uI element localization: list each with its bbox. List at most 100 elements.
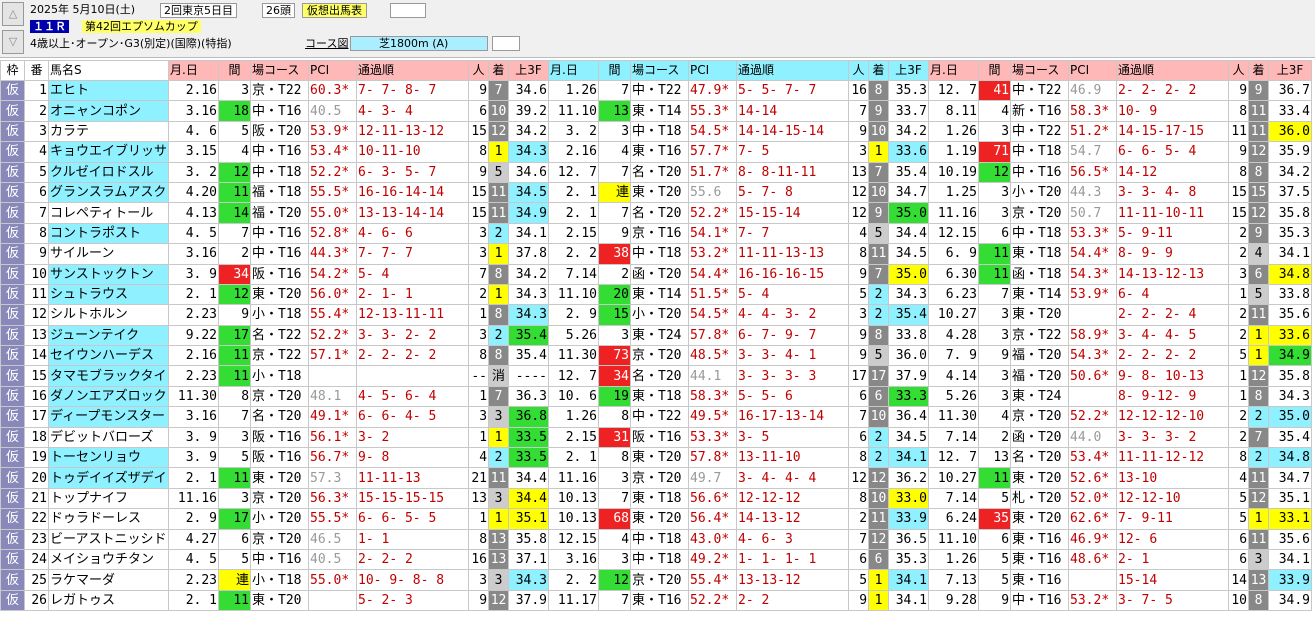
col-header-ban[interactable]: 番 (24, 60, 49, 81)
next-race-button[interactable]: ▽ (2, 30, 24, 54)
col-header-passing-r2[interactable]: 通過順 (736, 60, 850, 81)
horse-name[interactable]: シルトホルン (47, 304, 170, 326)
race-finish: 3 (488, 487, 510, 510)
col-header-passing-r1[interactable]: 通過順 (356, 60, 470, 81)
horse-row[interactable]: 仮 22 ドゥラドーレス 2. 9 17 小・T20 55.5* 6- 6- 5- 5 1 1 35… (0, 508, 1313, 530)
horse-row[interactable]: 仮 8 コントラポスト 4. 5 7 中・T16 52.8* 4- 6- 6 3 2 34.1 2.1… (0, 222, 1313, 245)
race-interval: 4 (978, 406, 1012, 428)
waku-cell: 仮 (0, 569, 25, 591)
horse-row[interactable]: 仮 19 トーセンリョウ 3. 9 5 阪・T16 56.7* 9- 8 4 2 33.5 2. 18… (0, 447, 1313, 469)
race-popularity: 15 (468, 202, 490, 224)
horse-row[interactable]: 仮 3 カラテ 4. 6 5 阪・T20 53.9* 12-11-13-12 15 12 34.2 3… (0, 120, 1313, 143)
horse-name[interactable]: ジューンテイク (47, 324, 170, 347)
horse-name[interactable]: カラテ (47, 120, 170, 143)
col-header-last3f-r1[interactable]: 上3F (508, 60, 550, 81)
horse-name[interactable]: デビットバローズ (47, 426, 170, 449)
horse-name[interactable]: エヒト (47, 79, 170, 102)
col-header-pci-r1[interactable]: PCI (308, 60, 358, 81)
horse-row[interactable]: 仮 21 トップナイフ 11.16 3 京・T20 56.3* 15-15-15-15 13 3 3… (0, 487, 1313, 510)
col-header-pci-r3[interactable]: PCI (1068, 60, 1118, 81)
horse-row[interactable]: 仮 9 サイルーン 3.16 2 中・T16 44.3* 7- 7- 7 3 1 37.8 2. 23… (0, 243, 1313, 265)
race-pci: 57.8* (688, 447, 738, 469)
horse-name[interactable]: セイウンハーデス (47, 345, 170, 367)
horse-name[interactable]: メイショウチタン (47, 548, 170, 571)
col-header-finish-r2[interactable]: 着 (868, 60, 890, 81)
col-header-last3f-r2[interactable]: 上3F (888, 60, 930, 81)
race-last3f: 34.1 (888, 589, 930, 612)
horse-row[interactable]: 仮 5 クルゼイロドスル 3. 2 12 中・T18 52.2* 6- 3- 5- 7 9 5 34… (0, 161, 1313, 183)
col-header-interval-r2[interactable]: 間 (598, 60, 632, 81)
col-header-waku[interactable]: 枠 (0, 60, 25, 81)
horse-row[interactable]: 仮 12 シルトホルン 2.23 9 小・T18 55.4* 12-13-11-11 1 8 34.… (0, 304, 1313, 326)
col-header-course-r3[interactable]: 場コース (1010, 60, 1070, 81)
col-header-date-r2[interactable]: 月.日 (548, 60, 600, 81)
horse-row[interactable]: 仮 26 レガトゥス 2. 1 11 東・T20 5- 2- 3 9 12 37.9 11.17 7 東… (0, 589, 1313, 612)
race-popularity: 8 (1228, 100, 1250, 122)
horse-row[interactable]: 仮 10 サンストックトン 3. 9 34 阪・T16 54.2* 5- 4 7 8 34.2 7.1… (0, 263, 1313, 285)
race-pci: 53.2* (1068, 589, 1118, 612)
horse-name[interactable]: ドゥラドーレス (47, 508, 170, 530)
col-header-course-r2[interactable]: 場コース (630, 60, 690, 81)
prev-race-button[interactable]: △ (2, 2, 24, 26)
horse-row[interactable]: 仮 18 デビットバローズ 3. 9 3 阪・T16 56.1* 3- 2 1 1 33.5 2.15… (0, 426, 1313, 449)
horse-name[interactable]: コントラポスト (47, 222, 170, 245)
col-header-pop-r1[interactable]: 人 (468, 60, 490, 81)
horse-name[interactable]: ダノンエアズロック (47, 385, 170, 408)
race-last3f: 35.6 (1268, 528, 1313, 550)
horse-row[interactable]: 仮 17 ディープモンスター 3.16 7 名・T20 49.1* 6- 6- 4- 5333… (0, 406, 1313, 428)
horse-name[interactable]: キョウエイブリッサ (47, 141, 170, 163)
col-header-course-r1[interactable]: 場コース (250, 60, 310, 81)
col-header-name[interactable]: 馬名S (47, 60, 170, 81)
col-header-date-r1[interactable]: 月.日 (168, 60, 220, 81)
race-passing-order: 4- 5- 6- 4 (356, 385, 470, 408)
horse-name[interactable]: コレペティトール (47, 202, 170, 224)
col-header-finish-r1[interactable]: 着 (488, 60, 510, 81)
horse-row[interactable]: 仮 2 オニャンコポン 3.16 18 中・T16 40.5 4- 3- 4 6 10 39.2 11… (0, 100, 1313, 122)
horse-row[interactable]: 仮 14 セイウンハーデス 2.16 11 京・T22 57.1* 2- 2- 2- 2883… (0, 345, 1313, 367)
horse-name[interactable]: シュトラウス (47, 283, 170, 306)
race-passing-order: 4- 3- 4 (356, 100, 470, 122)
horse-name[interactable]: オニャンコポン (47, 100, 170, 122)
horse-row[interactable]: 仮 25 ラケマーダ 2.23 連小・T18 55.0* 10- 9- 8- 8 3 3 34.3… (0, 569, 1313, 591)
col-header-date-r3[interactable]: 月.日 (928, 60, 980, 81)
horse-name[interactable]: トーセンリョウ (47, 447, 170, 469)
horse-name[interactable]: クルゼイロドスル (47, 161, 170, 183)
horse-row[interactable]: 仮 1 エヒト 2.16 3 京・T22 60.3* 7- 7- 8- 7 9 7 34.6 1.26… (0, 79, 1313, 102)
horse-row[interactable]: 仮 4 キョウエイブリッサ 3.15 4 中・T16 53.4* 10-11-10 8 1 34.3… (0, 141, 1313, 163)
col-header-pci-r2[interactable]: PCI (688, 60, 738, 81)
horse-row[interactable]: 仮 11 シュトラウス 2. 1 12 東・T20 56.0* 2- 1- 1 2 1 34.3 11… (0, 283, 1313, 306)
col-header-last3f-r3[interactable]: 上3F (1268, 60, 1313, 81)
horse-row[interactable]: 仮 7 コレペティトール 4.13 14 福・T20 55.0* 13-13-14-14 15 1… (0, 202, 1313, 224)
horse-name[interactable]: ラケマーダ (47, 569, 170, 591)
col-header-pop-r2[interactable]: 人 (848, 60, 870, 81)
horse-name[interactable]: タマモブラックタイ (47, 365, 170, 387)
horse-row[interactable]: 仮 23 ビーアストニッシド 4.27 6 京・T20 46.5 1- 1 8 13 35.8 12.… (0, 528, 1313, 550)
horse-row[interactable]: 仮 24 メイショウチタン 4. 5 5 中・T16 40.5 2- 2- 2 16 13 37.1… (0, 548, 1313, 571)
course-map-link[interactable]: コース図 (305, 37, 348, 50)
col-header-interval-r1[interactable]: 間 (218, 60, 252, 81)
race-pci: 56.6* (688, 487, 738, 510)
horse-name[interactable]: サンストックトン (47, 263, 170, 285)
forecast-button[interactable]: 仮想出馬表 (302, 3, 367, 18)
race-interval: 2 (218, 243, 252, 265)
forecast-input[interactable] (390, 3, 426, 18)
race-finish: 8 (488, 263, 510, 285)
col-header-finish-r3[interactable]: 着 (1248, 60, 1270, 81)
horse-row[interactable]: 仮 15 タマモブラックタイ 2.23 11 小・T18 -- 消 ---- 12. 7 34 名・T… (0, 365, 1313, 387)
horse-name[interactable]: ビーアストニッシド (47, 528, 170, 550)
horse-name[interactable]: サイルーン (47, 243, 170, 265)
col-header-passing-r3[interactable]: 通過順 (1116, 60, 1230, 81)
race-course: 福・T18 (250, 181, 310, 204)
col-header-interval-r3[interactable]: 間 (978, 60, 1012, 81)
horse-row[interactable]: 仮 20 トゥデイイズザデイ 2. 1 11 東・T20 57.3 11-11-13 21 11 3… (0, 467, 1313, 489)
horse-row[interactable]: 仮 6 グランスラムアスク 4.20 11 福・T18 55.5* 16-16-14-14 15… (0, 181, 1313, 204)
horse-name[interactable]: ディープモンスター (47, 406, 170, 428)
horse-name[interactable]: グランスラムアスク (47, 181, 170, 204)
horse-name[interactable]: トゥデイイズザデイ (47, 467, 170, 489)
race-date: 2.15 (548, 426, 600, 449)
horse-row[interactable]: 仮 13 ジューンテイク 9.22 17 名・T22 52.2* 3- 3- 2- 2 3 2 35… (0, 324, 1313, 347)
horse-name[interactable]: トップナイフ (47, 487, 170, 510)
horse-name[interactable]: レガトゥス (47, 589, 170, 612)
horse-row[interactable]: 仮 16 ダノンエアズロック 11.30 8 京・T20 48.1 4- 5- 6- 4173… (0, 385, 1313, 408)
col-header-pop-r3[interactable]: 人 (1228, 60, 1250, 81)
